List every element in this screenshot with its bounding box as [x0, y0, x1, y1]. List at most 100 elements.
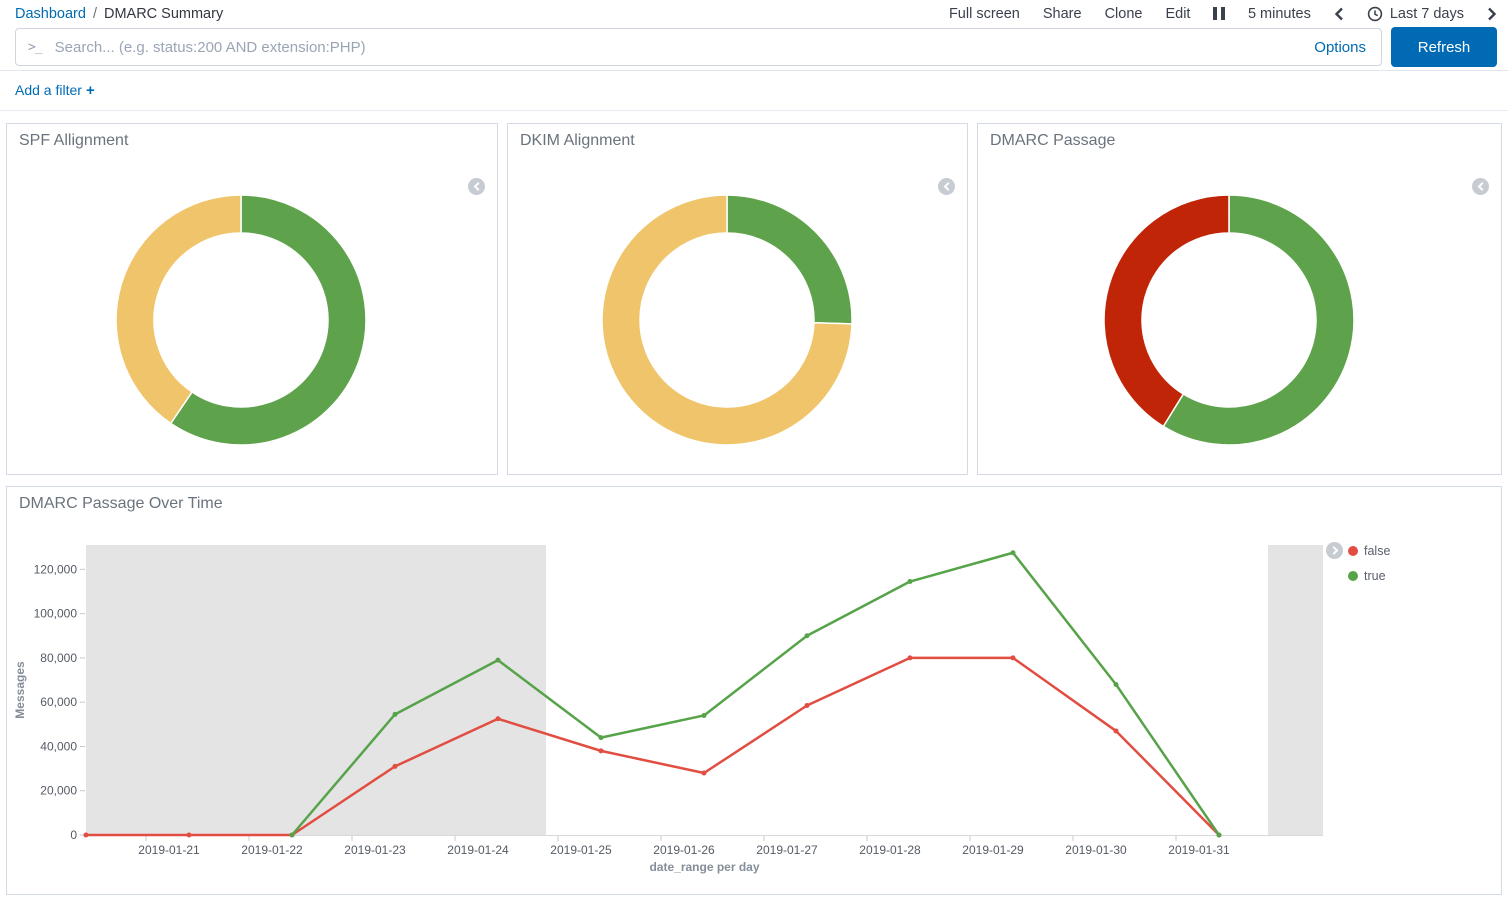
data-point-marker[interactable] [1011, 550, 1016, 555]
data-point-marker[interactable] [84, 833, 89, 838]
data-point-marker[interactable] [496, 658, 501, 663]
data-point-marker[interactable] [599, 735, 604, 740]
legend-item-false[interactable]: false [1348, 544, 1390, 558]
dkim-donut-chart[interactable] [587, 180, 867, 460]
breadcrumb-separator: / [93, 6, 97, 22]
x-axis-tick-label: 2019-01-26 [653, 843, 715, 857]
x-axis-tick-label: 2019-01-29 [962, 843, 1024, 857]
time-range-shaded-band [1268, 545, 1323, 835]
x-axis-tick-label: 2019-01-28 [859, 843, 921, 857]
plus-icon: + [86, 82, 95, 99]
data-point-marker[interactable] [1217, 833, 1222, 838]
panel-dmarc-passage: DMARC Passage [977, 123, 1502, 475]
search-input[interactable] [53, 38, 1300, 57]
options-link[interactable]: Options [1314, 39, 1366, 56]
clone-button[interactable]: Clone [1105, 6, 1143, 22]
data-point-marker[interactable] [1011, 655, 1016, 660]
panel-dmarc-passage-over-time: DMARC Passage Over Time 2019-01-212019-0… [6, 486, 1502, 895]
legend-label: false [1364, 544, 1390, 558]
panel-title: SPF Allignment [7, 124, 497, 158]
data-point-marker[interactable] [599, 748, 604, 753]
x-axis-tick-label: 2019-01-25 [550, 843, 612, 857]
data-point-marker[interactable] [908, 579, 913, 584]
data-point-marker[interactable] [702, 713, 707, 718]
page-title: DMARC Summary [104, 6, 223, 22]
chart-legend: false true [1348, 544, 1390, 583]
panel-title: DMARC Passage Over Time [7, 487, 1501, 521]
time-range-shaded-band [86, 545, 546, 835]
panel-dkim-alignment: DKIM Alignment [507, 123, 968, 475]
data-point-marker[interactable] [805, 703, 810, 708]
full-screen-button[interactable]: Full screen [949, 6, 1020, 22]
data-point-marker[interactable] [702, 771, 707, 776]
time-forward-button[interactable] [1487, 7, 1497, 21]
y-axis-title: Messages [13, 661, 27, 719]
x-axis-tick-label: 2019-01-30 [1065, 843, 1127, 857]
x-axis-title: date_range per day [649, 860, 759, 874]
x-axis-tick-label: 2019-01-27 [756, 843, 818, 857]
donut-slice[interactable] [1104, 195, 1229, 426]
legend-dot-icon [1348, 546, 1358, 556]
legend-collapse-button[interactable] [468, 178, 485, 195]
clock-icon [1367, 6, 1383, 22]
y-axis-tick-label: 100,000 [34, 607, 78, 621]
panel-spf-alignment: SPF Allignment [6, 123, 498, 475]
y-axis-tick-label: 80,000 [40, 651, 77, 665]
x-axis-tick-label: 2019-01-23 [344, 843, 406, 857]
legend-collapse-button[interactable] [1472, 178, 1489, 195]
breadcrumb-dashboard-link[interactable]: Dashboard [15, 6, 86, 22]
chevron-left-icon [1334, 7, 1344, 21]
data-point-marker[interactable] [908, 655, 913, 660]
top-nav-bar: Dashboard / DMARC Summary Full screen Sh… [0, 0, 1508, 24]
donut-slice[interactable] [116, 195, 241, 423]
donut-panels-row: SPF Allignment DKIM Alignment DMARC Pass… [6, 123, 1502, 475]
pause-autorefresh-icon[interactable] [1213, 7, 1225, 20]
x-axis-tick-label: 2019-01-21 [138, 843, 200, 857]
time-range-picker[interactable]: Last 7 days [1367, 6, 1464, 22]
dmarc-donut-chart[interactable] [1089, 180, 1369, 460]
data-point-marker[interactable] [805, 633, 810, 638]
time-back-button[interactable] [1334, 7, 1344, 21]
y-axis-tick-label: 40,000 [40, 739, 77, 753]
data-point-marker[interactable] [290, 833, 295, 838]
legend-label: true [1364, 569, 1386, 583]
chevron-right-icon [1331, 546, 1339, 555]
spf-donut-chart[interactable] [101, 180, 381, 460]
data-point-marker[interactable] [1114, 682, 1119, 687]
query-bar: >_ Options Refresh [0, 24, 1508, 71]
refresh-interval-button[interactable]: 5 minutes [1248, 6, 1311, 22]
x-axis-tick-label: 2019-01-22 [241, 843, 303, 857]
refresh-button[interactable]: Refresh [1391, 27, 1497, 67]
panel-title: DMARC Passage [978, 124, 1501, 158]
y-axis-tick-label: 0 [70, 828, 77, 842]
terminal-prompt-icon: >_ [28, 40, 42, 55]
legend-dot-icon [1348, 571, 1358, 581]
data-point-marker[interactable] [393, 764, 398, 769]
filter-bar: Add a filter+ [0, 71, 1508, 111]
y-axis-tick-label: 20,000 [40, 784, 77, 798]
add-filter-link[interactable]: Add a filter+ [15, 82, 95, 99]
data-point-marker[interactable] [496, 716, 501, 721]
x-axis-tick-label: 2019-01-31 [1168, 843, 1230, 857]
panel-title: DKIM Alignment [508, 124, 967, 158]
y-axis-tick-label: 60,000 [40, 695, 77, 709]
legend-expand-button[interactable] [1326, 542, 1343, 559]
x-axis-tick-label: 2019-01-24 [447, 843, 509, 857]
search-box: >_ Options [15, 28, 1382, 66]
share-button[interactable]: Share [1043, 6, 1082, 22]
breadcrumb: Dashboard / DMARC Summary [15, 6, 223, 22]
data-point-marker[interactable] [187, 833, 192, 838]
chevron-left-icon [943, 182, 951, 191]
data-point-marker[interactable] [1114, 728, 1119, 733]
legend-collapse-button[interactable] [938, 178, 955, 195]
chevron-right-icon [1487, 7, 1497, 21]
legend-item-true[interactable]: true [1348, 569, 1390, 583]
dashboard-menu: Full screen Share Clone Edit 5 minutes L… [949, 6, 1497, 22]
dmarc-over-time-line-chart[interactable]: 2019-01-21 2019-01-22 2019-01-23 2019-01-24… [7, 487, 1501, 894]
y-axis-tick-label: 120,000 [34, 562, 78, 576]
dashboard-grid: SPF Allignment DKIM Alignment DMARC Pass… [0, 111, 1508, 895]
data-point-marker[interactable] [393, 712, 398, 717]
edit-button[interactable]: Edit [1165, 6, 1190, 22]
chevron-left-icon [473, 182, 481, 191]
donut-slice[interactable] [727, 195, 852, 324]
